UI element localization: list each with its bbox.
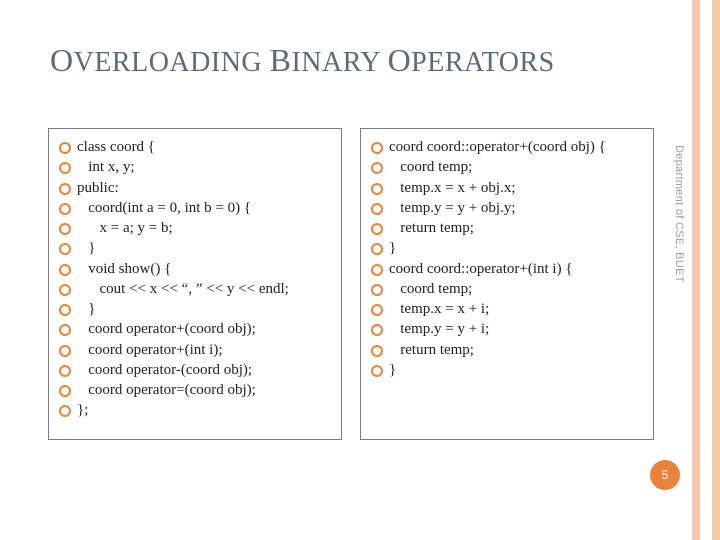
code-line: coord temp; [371,279,643,299]
code-line: temp.y = y + i; [371,319,643,339]
title-word1-rest: VERLOADING [74,47,263,78]
code-line: coord temp; [371,157,643,177]
title-word1-lead: O [50,42,74,78]
title-word2-lead: B [270,42,292,78]
page-number: 5 [662,468,669,482]
code-box-left: class coord { int x, y;public: coord(int… [48,128,342,440]
title-word3-lead: O [388,42,412,78]
code-line: return temp; [371,340,643,360]
code-line: coord operator+(coord obj); [59,319,331,339]
code-line: x = a; y = b; [59,218,331,238]
code-line: int x, y; [59,157,331,177]
code-line: coord operator=(coord obj); [59,380,331,400]
code-line: temp.x = x + i; [371,299,643,319]
title-word3-rest: PERATORS [411,47,555,78]
code-line: public: [59,178,331,198]
page-number-badge: 5 [650,460,680,490]
code-list-left: class coord { int x, y;public: coord(int… [59,137,331,421]
code-line: }; [59,400,331,420]
accent-stripe-gap [700,0,712,540]
code-box-right: coord coord::operator+(coord obj) { coor… [360,128,654,440]
title-word2-rest: INARY [291,47,380,78]
code-line: coord operator+(int i); [59,340,331,360]
code-line: return temp; [371,218,643,238]
code-line: cout << x << “, ” << y << endl; [59,279,331,299]
code-line: temp.y = y + obj.y; [371,198,643,218]
code-line: } [59,238,331,258]
code-line: coord coord::operator+(coord obj) { [371,137,643,157]
code-line: temp.x = x + obj.x; [371,178,643,198]
code-line: class coord { [59,137,331,157]
code-list-right: coord coord::operator+(coord obj) { coor… [371,137,643,380]
code-line: } [371,238,643,258]
code-line: } [371,360,643,380]
department-label: Department of CSE, BUET [673,145,685,283]
slide-title: OVERLOADING BINARY OPERATORS [50,42,555,79]
code-line: coord(int a = 0, int b = 0) { [59,198,331,218]
code-line: coord operator-(coord obj); [59,360,331,380]
code-line: coord coord::operator+(int i) { [371,259,643,279]
code-line: } [59,299,331,319]
code-line: void show() { [59,259,331,279]
